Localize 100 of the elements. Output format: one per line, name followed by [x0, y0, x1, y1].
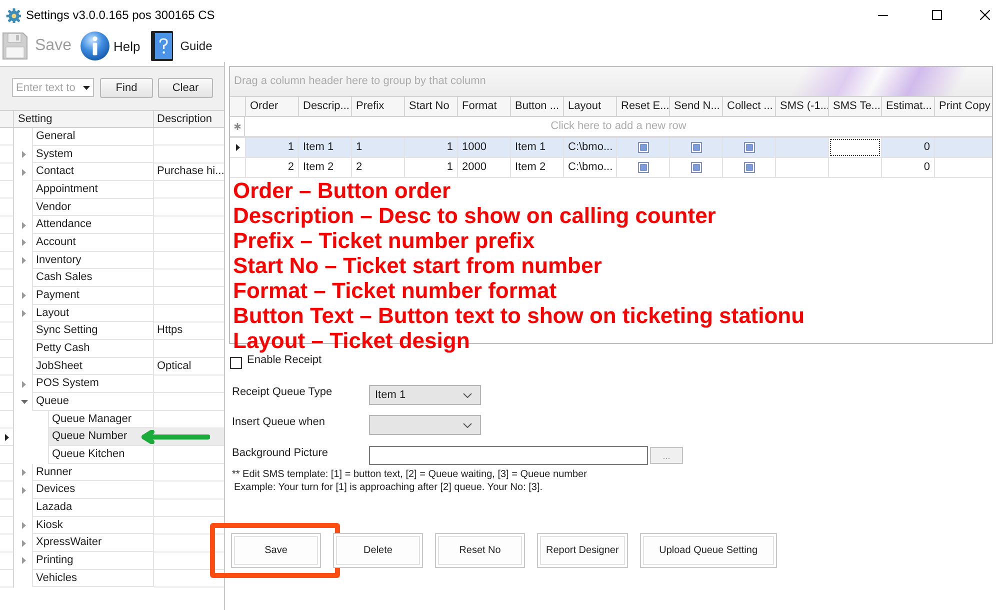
- close-icon[interactable]: [980, 10, 990, 20]
- table-cell-text: 1: [446, 140, 454, 155]
- annotation-text: Button Text – Button text to show on ticketing stationu: [232, 303, 806, 328]
- tree-item[interactable]: Cash Sales: [32, 269, 154, 288]
- expand-arrow-icon[interactable]: [22, 557, 26, 564]
- expand-arrow-icon[interactable]: [22, 257, 26, 264]
- expand-arrow-icon[interactable]: [22, 469, 26, 476]
- tree-item[interactable]: Inventory: [32, 252, 154, 270]
- tree-item[interactable]: Payment: [32, 287, 154, 305]
- minimize-icon[interactable]: [878, 14, 888, 16]
- checkbox[interactable]: [690, 142, 702, 153]
- annotation-text: Description – Desc to show on calling counter: [232, 203, 717, 228]
- column-header[interactable]: Collect ...: [722, 97, 775, 116]
- checkbox[interactable]: [638, 162, 648, 173]
- tree-item[interactable]: System: [32, 146, 154, 164]
- checkbox[interactable]: [744, 162, 754, 173]
- column-header[interactable]: Layout: [563, 97, 616, 116]
- hint-text: ** Edit SMS template: [1] = button text, [2] = Queue waiting, [3] = Queue number: [232, 468, 588, 481]
- column-header[interactable]: Print Copy: [934, 97, 992, 116]
- annotation-text: Prefix – Ticket number prefix: [232, 228, 536, 253]
- maximize-icon[interactable]: [932, 10, 942, 20]
- panel-button[interactable]: Find: [100, 78, 153, 98]
- tree-item[interactable]: Lazada: [32, 499, 154, 517]
- column-header[interactable]: Setting: [14, 111, 154, 127]
- dropdown[interactable]: Item 1: [369, 385, 481, 405]
- expand-arrow-icon[interactable]: [22, 380, 26, 388]
- description-cell-text: Purchase hi...: [156, 164, 224, 180]
- search-combo[interactable]: Enter text to: [12, 78, 94, 97]
- tree-item[interactable]: Attendance: [32, 216, 154, 234]
- column-header[interactable]: SMS Te...: [828, 97, 881, 116]
- checkbox[interactable]: [638, 142, 648, 153]
- tree-item[interactable]: XpressWaiter: [32, 534, 154, 552]
- tree-item[interactable]: Vendor: [32, 198, 154, 216]
- tree-item[interactable]: Vehicles: [32, 570, 154, 588]
- column-header[interactable]: Order: [245, 97, 298, 116]
- table-cell-text: 1000: [461, 140, 488, 155]
- tree-item[interactable]: Devices: [32, 481, 154, 500]
- collapse-arrow-icon[interactable]: [20, 400, 28, 404]
- action-button[interactable]: Save: [231, 533, 321, 568]
- expand-arrow-icon[interactable]: [22, 168, 26, 176]
- action-button[interactable]: Delete: [333, 533, 423, 568]
- checkbox-label[interactable]: Enable Receipt: [247, 353, 322, 367]
- tree-item[interactable]: Appointment: [32, 181, 154, 199]
- tree-item[interactable]: General: [32, 128, 154, 146]
- expand-arrow-icon[interactable]: [22, 239, 26, 246]
- table-cell-text: 2: [286, 160, 295, 175]
- tree-item[interactable]: Runner: [32, 464, 154, 482]
- tree-item[interactable]: POS System: [32, 375, 154, 394]
- table-cell-text: C:\bmo...: [567, 140, 614, 155]
- toolbar-button[interactable]: Help: [80, 31, 140, 61]
- table-cell-text: 1: [286, 140, 295, 155]
- tree-item[interactable]: Kiosk: [32, 516, 154, 534]
- field-label: Receipt Queue Type: [232, 385, 334, 399]
- help-book-icon: [151, 31, 174, 61]
- input-field[interactable]: [369, 446, 648, 465]
- tree-item[interactable]: Contact: [32, 163, 154, 182]
- checkbox[interactable]: [690, 162, 702, 173]
- column-header[interactable]: Descrip...: [298, 97, 351, 116]
- tree-item[interactable]: Petty Cash: [32, 340, 154, 358]
- toolbar-button[interactable]: Guide: [151, 31, 212, 61]
- column-header[interactable]: Description: [154, 111, 224, 127]
- annotation-text: Layout – Ticket design: [232, 328, 471, 353]
- panel-button[interactable]: Clear: [158, 78, 213, 98]
- expand-arrow-icon[interactable]: [22, 540, 26, 547]
- grid-row[interactable]: 1 Item 1 1 1 1000 Item 1 C:\bmo... 0: [230, 138, 992, 158]
- action-button[interactable]: Reset No: [435, 533, 525, 568]
- tree-item[interactable]: Queue Number: [48, 428, 154, 446]
- chevron-down-icon[interactable]: [463, 392, 472, 398]
- column-header[interactable]: Reset E...: [616, 97, 669, 116]
- checkbox[interactable]: [230, 357, 242, 369]
- expand-arrow-icon[interactable]: [22, 486, 26, 494]
- column-header[interactable]: SMS (-1...: [775, 97, 828, 116]
- tree-item[interactable]: JobSheet: [32, 358, 154, 376]
- checkbox[interactable]: [744, 142, 754, 153]
- expand-arrow-icon[interactable]: [22, 292, 26, 300]
- tree-item[interactable]: Printing: [32, 552, 154, 570]
- tree-item[interactable]: Layout: [32, 304, 154, 322]
- column-header[interactable]: Prefix: [351, 97, 404, 116]
- action-button[interactable]: Report Designer: [537, 533, 628, 568]
- expand-arrow-icon[interactable]: [22, 522, 26, 530]
- chevron-down-icon[interactable]: [463, 422, 472, 428]
- column-header[interactable]: Send N...: [669, 97, 722, 116]
- table-cell-text: Item 2: [514, 160, 547, 175]
- tree-item[interactable]: Queue: [32, 393, 154, 411]
- table-cell-text: Item 1: [514, 140, 547, 155]
- grid-row[interactable]: 2 Item 2 2 1 2000 Item 2 C:\bmo... 0: [230, 158, 992, 178]
- column-header[interactable]: Start No: [404, 97, 457, 116]
- column-header[interactable]: Button ...: [510, 97, 563, 116]
- input-field[interactable]: [829, 138, 881, 157]
- field-label: Insert Queue when: [232, 415, 326, 429]
- expand-arrow-icon[interactable]: [22, 222, 26, 229]
- expand-arrow-icon[interactable]: [22, 310, 26, 318]
- tree-item[interactable]: Queue Kitchen: [48, 446, 154, 464]
- tree-item[interactable]: Account: [32, 234, 154, 252]
- column-header[interactable]: Estimat...: [881, 97, 934, 116]
- column-header[interactable]: Format: [457, 97, 510, 116]
- annotation-text: Order – Button order: [232, 178, 452, 203]
- tree-item[interactable]: Sync Setting: [32, 322, 154, 340]
- expand-arrow-icon[interactable]: [22, 151, 26, 158]
- dropdown-caret-icon[interactable]: [83, 86, 90, 90]
